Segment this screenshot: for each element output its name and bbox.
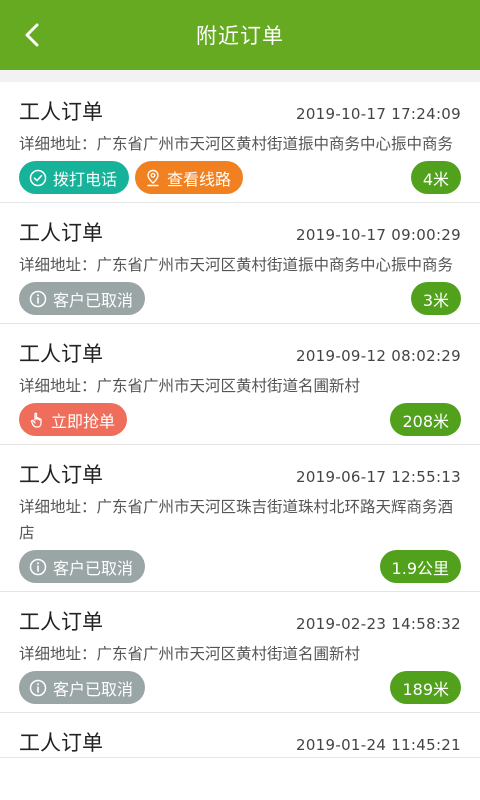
order-address: 详细地址：广东省广州市天河区黄村街道名圃新村 bbox=[19, 377, 361, 395]
status-label: 客户已取消 bbox=[53, 558, 134, 578]
order-address: 详细地址：广东省广州市天河区黄村街道名圃新村 bbox=[19, 645, 361, 663]
order-card[interactable]: 工人订单 2019-01-24 11:45:21 bbox=[0, 713, 480, 758]
grab-order-button[interactable]: 立即抢单 bbox=[19, 403, 128, 436]
distance-badge: 189米 bbox=[390, 671, 461, 704]
order-time: 2019-10-17 17:24:09 bbox=[295, 105, 461, 123]
order-card[interactable]: 工人订单 2019-09-12 08:02:29 详细地址：广东省广州市天河区黄… bbox=[0, 324, 480, 445]
order-address: 详细地址：广东省广州市天河区黄村街道振中商务中心振中商务 bbox=[19, 135, 454, 153]
cancelled-status-badge: 客户已取消 bbox=[19, 550, 146, 583]
grab-order-button-label: 立即抢单 bbox=[51, 411, 116, 431]
order-time: 2019-10-17 09:00:29 bbox=[295, 226, 461, 244]
hand-tap-icon bbox=[30, 412, 42, 428]
distance-badge: 3米 bbox=[410, 282, 461, 315]
check-circle-icon bbox=[29, 169, 47, 186]
view-route-button[interactable]: 查看线路 bbox=[135, 161, 244, 194]
page-title: 附近订单 bbox=[196, 24, 284, 48]
chevron-left-icon bbox=[25, 23, 39, 47]
status-label: 客户已取消 bbox=[53, 679, 134, 699]
cancelled-status-badge: 客户已取消 bbox=[19, 671, 146, 704]
status-label: 客户已取消 bbox=[53, 290, 134, 310]
order-title: 工人订单 bbox=[19, 463, 103, 487]
cancelled-status-badge: 客户已取消 bbox=[19, 282, 146, 315]
order-list[interactable]: 工人订单 2019-10-17 17:24:09 详细地址：广东省广州市天河区黄… bbox=[0, 82, 480, 800]
order-time: 2019-01-24 11:45:21 bbox=[295, 736, 461, 754]
order-time: 2019-02-23 14:58:32 bbox=[295, 615, 461, 633]
order-card[interactable]: 工人订单 2019-10-17 09:00:29 详细地址：广东省广州市天河区黄… bbox=[0, 203, 480, 324]
distance-badge: 1.9公里 bbox=[379, 550, 461, 583]
order-card[interactable]: 工人订单 2019-06-17 12:55:13 详细地址：广东省广州市天河区珠… bbox=[0, 445, 480, 592]
order-title: 工人订单 bbox=[19, 221, 103, 245]
order-card[interactable]: 工人订单 2019-02-23 14:58:32 详细地址：广东省广州市天河区黄… bbox=[0, 592, 480, 713]
order-time: 2019-06-17 12:55:13 bbox=[295, 468, 461, 486]
back-button[interactable] bbox=[14, 17, 50, 53]
distance-badge: 208米 bbox=[390, 403, 461, 436]
call-button[interactable]: 拨打电话 bbox=[19, 161, 130, 194]
order-title: 工人订单 bbox=[19, 342, 103, 366]
order-time: 2019-09-12 08:02:29 bbox=[295, 347, 461, 365]
order-title: 工人订单 bbox=[19, 100, 103, 124]
location-pin-icon bbox=[147, 169, 159, 186]
app-header: 附近订单 bbox=[0, 0, 480, 70]
order-title: 工人订单 bbox=[19, 731, 103, 755]
order-address: 详细地址：广东省广州市天河区黄村街道振中商务中心振中商务 bbox=[19, 256, 454, 274]
view-route-button-label: 查看线路 bbox=[167, 169, 232, 189]
info-icon bbox=[29, 679, 47, 696]
order-address: 详细地址：广东省广州市天河区珠吉街道珠村北环路天辉商务酒店 bbox=[19, 498, 454, 542]
info-icon bbox=[29, 558, 47, 575]
order-title: 工人订单 bbox=[19, 610, 103, 634]
info-icon bbox=[29, 290, 47, 307]
order-card[interactable]: 工人订单 2019-10-17 17:24:09 详细地址：广东省广州市天河区黄… bbox=[0, 82, 480, 203]
distance-badge: 4米 bbox=[410, 161, 461, 194]
call-button-label: 拨打电话 bbox=[53, 169, 118, 189]
